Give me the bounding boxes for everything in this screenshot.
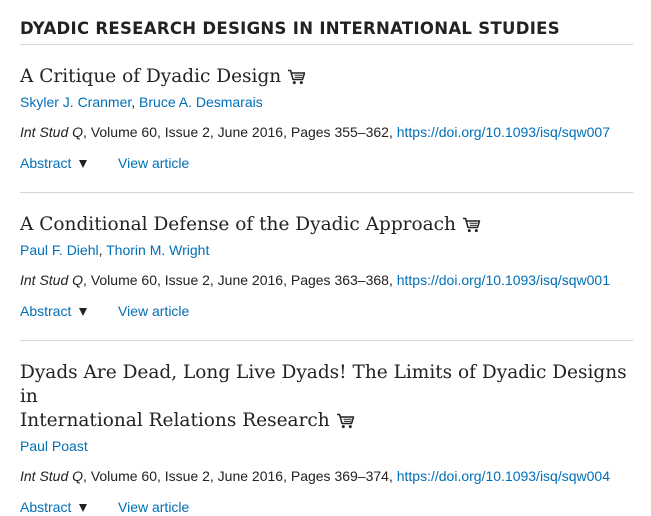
journal-name: Int Stud Q [20,468,84,484]
article-citation: Int Stud Q, Volume 60, Issue 2, June 201… [20,467,633,485]
author-link[interactable]: Thorin M. Wright [106,242,209,258]
author-link[interactable]: Bruce A. Desmarais [139,94,263,110]
author-link[interactable]: Paul Poast [20,438,88,454]
citation-details: , Volume 60, Issue 2, June 2016, Pages 3… [83,272,397,288]
article-authors: Paul F. Diehl, Thorin M. Wright [20,241,633,259]
article-item: Dyads Are Dead, Long Live Dyads! The Lim… [20,341,633,516]
article-authors: Paul Poast [20,437,633,455]
article-citation: Int Stud Q, Volume 60, Issue 2, June 201… [20,271,633,289]
triangle-down-icon [79,504,88,512]
shopping-cart-icon[interactable] [287,69,306,85]
author-link[interactable]: Skyler J. Cranmer [20,94,131,110]
article-actions: Abstract View article [20,154,633,172]
view-article-link[interactable]: View article [118,302,189,320]
doi-link[interactable]: https://doi.org/10.1093/isq/sqw004 [397,468,610,484]
article-citation: Int Stud Q, Volume 60, Issue 2, June 201… [20,123,633,141]
author-separator: , [98,242,107,258]
triangle-down-icon [79,160,88,168]
article-title[interactable]: A Conditional Defense of the Dyadic Appr… [20,214,456,235]
doi-link[interactable]: https://doi.org/10.1093/isq/sqw001 [397,272,610,288]
abstract-label: Abstract [20,303,72,319]
article-title[interactable]: A Critique of Dyadic Design [20,66,281,87]
article-authors: Skyler J. Cranmer, Bruce A. Desmarais [20,93,633,111]
journal-name: Int Stud Q [20,124,84,140]
abstract-toggle[interactable]: Abstract [20,498,88,516]
article-title-row: A Critique of Dyadic Design [20,65,633,89]
article-list: DYADIC RESEARCH DESIGNS IN INTERNATIONAL… [20,0,633,516]
abstract-label: Abstract [20,499,72,515]
abstract-toggle[interactable]: Abstract [20,154,88,172]
shopping-cart-icon[interactable] [462,217,481,233]
journal-name: Int Stud Q [20,272,84,288]
section-heading: DYADIC RESEARCH DESIGNS IN INTERNATIONAL… [20,0,633,45]
article-title-line-1[interactable]: Dyads Are Dead, Long Live Dyads! The Lim… [20,362,627,407]
triangle-down-icon [79,308,88,316]
shopping-cart-icon[interactable] [336,413,355,429]
citation-details: , Volume 60, Issue 2, June 2016, Pages 3… [83,124,397,140]
article-actions: Abstract View article [20,498,633,516]
article-item: A Conditional Defense of the Dyadic Appr… [20,193,633,341]
article-title-line-2[interactable]: International Relations Research [20,410,330,431]
abstract-label: Abstract [20,155,72,171]
view-article-link[interactable]: View article [118,498,189,516]
author-separator: , [131,94,140,110]
author-link[interactable]: Paul F. Diehl [20,242,99,258]
article-actions: Abstract View article [20,302,633,320]
article-item: A Critique of Dyadic Design Skyler J. Cr… [20,45,633,193]
abstract-toggle[interactable]: Abstract [20,302,88,320]
citation-details: , Volume 60, Issue 2, June 2016, Pages 3… [83,468,397,484]
article-title-row: Dyads Are Dead, Long Live Dyads! The Lim… [20,361,633,433]
view-article-link[interactable]: View article [118,154,189,172]
doi-link[interactable]: https://doi.org/10.1093/isq/sqw007 [397,124,610,140]
article-title-row: A Conditional Defense of the Dyadic Appr… [20,213,633,237]
